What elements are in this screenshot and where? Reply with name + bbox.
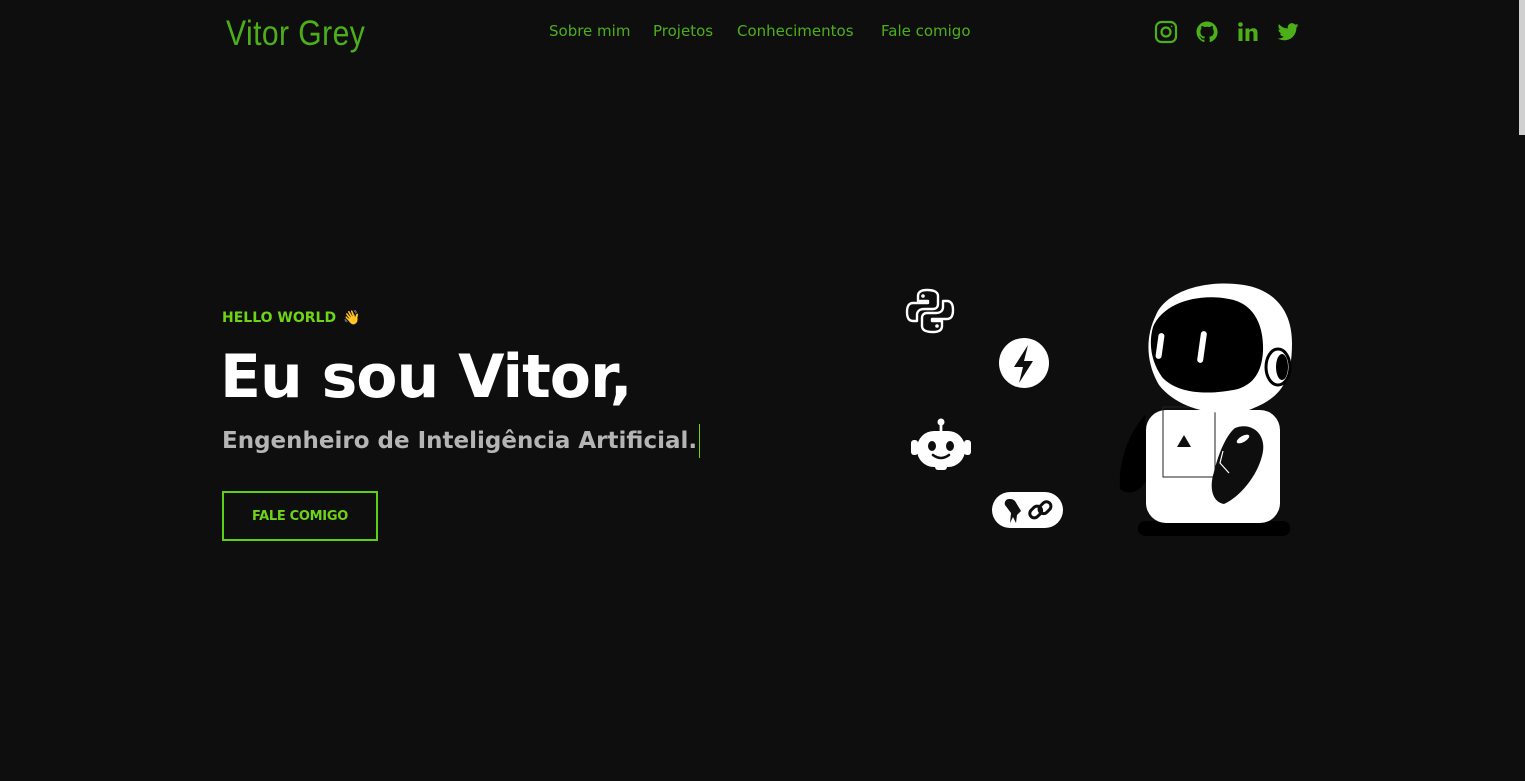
- site-logo[interactable]: Vitor Grey: [226, 14, 365, 54]
- nav-projetos[interactable]: Projetos: [653, 22, 713, 40]
- role-text: Engenheiro de Inteligência Artificial.: [222, 428, 698, 454]
- hero-headline: Eu sou Vitor,: [220, 342, 633, 412]
- nav-sobre-mim[interactable]: Sobre mim: [549, 22, 630, 40]
- hero-role: Engenheiro de Inteligência Artificial.: [222, 424, 701, 458]
- twitter-icon: [1277, 23, 1299, 41]
- hero-eyebrow: HELLO WORLD 👋: [222, 310, 361, 326]
- fale-comigo-button[interactable]: FALE COMIGO: [222, 491, 378, 541]
- waving-hand-icon: 👋: [343, 310, 361, 326]
- github-link[interactable]: [1195, 20, 1219, 44]
- instagram-icon: [1154, 20, 1178, 44]
- twitter-link[interactable]: [1276, 20, 1300, 44]
- scrollbar-thumb[interactable]: [1519, 0, 1525, 135]
- nav-fale-comigo[interactable]: Fale comigo: [881, 22, 971, 40]
- typing-caret: [699, 424, 701, 458]
- lightning-icon: [999, 338, 1049, 388]
- github-icon: [1196, 21, 1218, 43]
- parrot-link-icon: [992, 492, 1063, 528]
- instagram-link[interactable]: [1154, 20, 1178, 44]
- python-icon: [905, 288, 955, 334]
- hero-illustration: [905, 283, 1292, 536]
- linkedin-link[interactable]: [1236, 20, 1260, 44]
- eyebrow-text: HELLO WORLD: [222, 310, 337, 326]
- robot-illustration: [1119, 283, 1292, 536]
- page: Vitor Grey Sobre mim Projetos Conhecimen…: [0, 0, 1525, 781]
- chatbot-icon: [911, 418, 971, 470]
- nav-conhecimentos[interactable]: Conhecimentos: [737, 22, 854, 40]
- linkedin-icon: [1238, 22, 1258, 41]
